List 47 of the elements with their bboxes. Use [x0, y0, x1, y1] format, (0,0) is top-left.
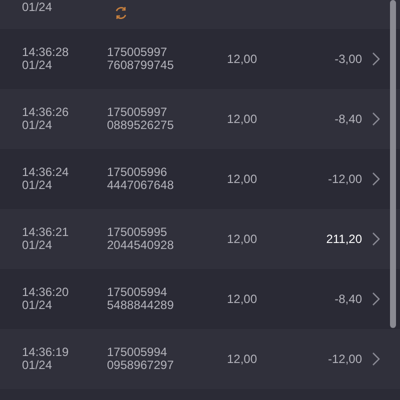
id-text: 175005996	[107, 166, 168, 179]
date-text: 01/24	[22, 239, 54, 252]
id-text: 5488844289	[107, 299, 175, 312]
result-amount: -3,00	[334, 51, 363, 68]
id-text: 175005995	[107, 226, 168, 239]
result-amount: -12,00	[326, 171, 363, 188]
date-text: 01/24	[22, 59, 54, 72]
chevron-right-icon	[372, 52, 380, 66]
id-text: 7608799745	[107, 59, 175, 72]
time-text: 14:36:26	[22, 106, 70, 119]
date-text: 01/24	[22, 179, 54, 192]
scrollbar[interactable]	[390, 0, 396, 328]
transaction-row[interactable]: 14:36:21 01/24 175005995 2044540928 12,00 211,20	[0, 209, 400, 269]
result-amount: -12,00	[326, 351, 363, 368]
result-amount: 211,20	[325, 231, 363, 248]
id-text: 175005997	[107, 106, 168, 119]
result-amount: -8,40	[334, 111, 363, 128]
date-text: 01/24	[22, 0, 52, 14]
id-text: 0889526275	[107, 119, 175, 132]
id-text: 175005994	[107, 346, 168, 359]
bet-amount: 12,00	[226, 231, 258, 248]
date-text: 01/24	[22, 359, 54, 372]
transaction-row[interactable]: 14:36:26 01/24 175005997 0889526275 12,00 -8,40	[0, 89, 400, 149]
id-text: 175005997	[107, 46, 168, 59]
bet-amount: 12,00	[226, 111, 258, 128]
time-text: 14:36:19	[22, 346, 70, 359]
time-text: 14:36:24	[22, 166, 70, 179]
bet-amount: 12,00	[226, 291, 258, 308]
bet-amount: 12,00	[226, 51, 258, 68]
id-text: 0958967297	[107, 359, 175, 372]
id-text: 175005994	[107, 286, 168, 299]
date-text: 01/24	[22, 119, 54, 132]
transaction-row[interactable]: 14:36:19 01/24 175005994 0958967297 12,00 -12,00	[0, 329, 400, 389]
id-text: 2044540928	[107, 239, 175, 252]
chevron-right-icon	[372, 172, 380, 186]
id-text: 4447067648	[107, 179, 175, 192]
result-amount: -8,40	[334, 291, 363, 308]
chevron-right-icon	[372, 232, 380, 246]
time-text: 14:36:20	[22, 286, 70, 299]
bet-amount: 12,00	[226, 351, 258, 368]
time-text: 14:36:21	[22, 226, 70, 239]
date-text: 01/24	[22, 299, 54, 312]
chevron-right-icon	[372, 292, 380, 306]
chevron-right-icon	[372, 112, 380, 126]
time-text: 14:36:28	[22, 46, 70, 59]
chevron-right-icon	[372, 352, 380, 366]
bet-amount: 12,00	[226, 171, 258, 188]
